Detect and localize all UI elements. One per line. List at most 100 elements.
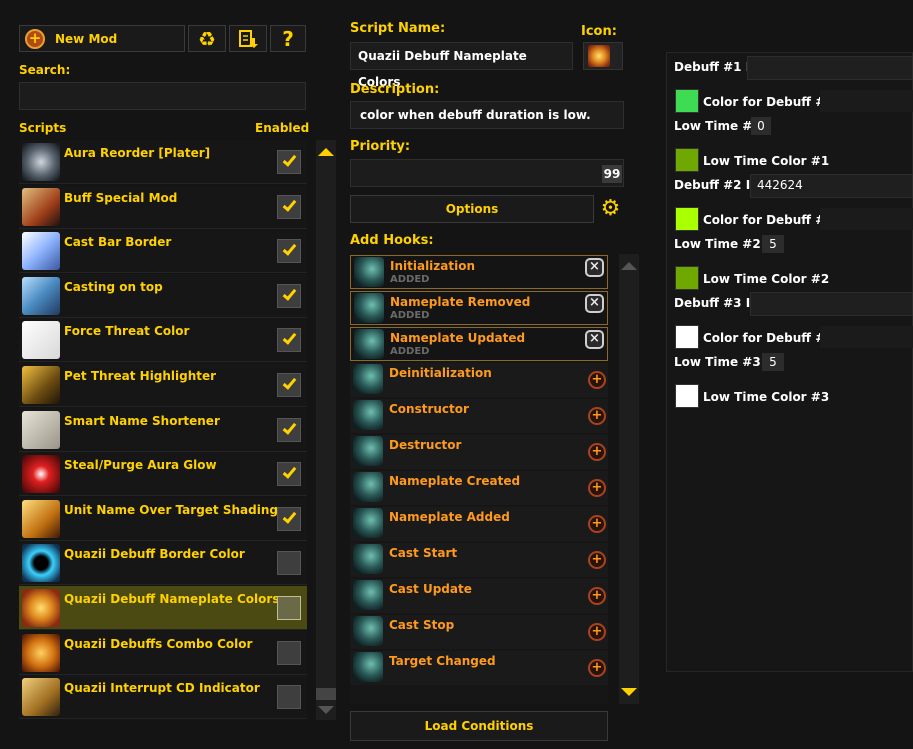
remove-hook-close-icon[interactable]: × — [585, 294, 604, 313]
script-name: Quazii Interrupt CD Indicator — [64, 681, 260, 696]
hook-row[interactable]: Cast Stop + — [350, 615, 608, 649]
recycle-button[interactable]: ♻ — [188, 25, 226, 52]
hook-row[interactable]: Nameplate Added + — [350, 507, 608, 541]
script-row[interactable]: Quazii Interrupt CD Indicator — [19, 675, 307, 720]
help-button[interactable]: ? — [270, 25, 306, 52]
load-conditions-button[interactable]: Load Conditions — [350, 711, 608, 741]
script-enabled-checkbox[interactable] — [277, 194, 301, 219]
script-enabled-checkbox[interactable] — [277, 685, 301, 710]
search-input[interactable] — [19, 82, 306, 110]
hook-row[interactable]: Target Changed + — [350, 651, 608, 685]
add-hook-plus-icon[interactable]: + — [588, 371, 606, 389]
add-hook-plus-icon[interactable]: + — [588, 479, 606, 497]
lowtime3-value[interactable]: 5 — [762, 353, 784, 371]
script-enabled-checkbox[interactable] — [277, 373, 301, 397]
debuff1-id-input[interactable] — [747, 56, 913, 80]
remove-hook-close-icon[interactable]: × — [585, 330, 604, 349]
script-enabled-checkbox[interactable] — [277, 417, 301, 442]
description-input[interactable]: color when debuff duration is low. — [350, 101, 624, 129]
priority-value: 99 — [602, 165, 622, 183]
icon-label: Icon: — [581, 24, 617, 39]
lowtime2-value[interactable]: 5 — [762, 235, 784, 253]
remove-hook-close-icon[interactable]: × — [585, 258, 604, 277]
script-row[interactable]: Steal/Purge Aura Glow — [19, 452, 307, 497]
script-row[interactable]: Quazii Debuffs Combo Color — [19, 630, 307, 675]
script-enabled-checkbox[interactable] — [277, 283, 301, 308]
add-hook-plus-icon[interactable]: + — [588, 515, 606, 533]
debuff2-id-input[interactable]: 442624 — [750, 174, 913, 198]
script-enabled-checkbox[interactable] — [277, 328, 301, 353]
scroll-down-arrow-icon[interactable] — [318, 706, 334, 714]
scrollbar-thumb[interactable] — [316, 688, 336, 700]
options-gear-button[interactable]: ⚙ — [597, 195, 624, 223]
import-button[interactable] — [229, 25, 267, 52]
color2-swatch[interactable] — [675, 207, 699, 231]
hook-row[interactable]: Deinitialization + — [350, 363, 608, 397]
options-button[interactable]: Options — [350, 195, 594, 223]
hook-row[interactable]: Constructor + — [350, 399, 608, 433]
hooks-scrollbar[interactable] — [619, 254, 639, 704]
hook-row[interactable]: Cast Update + — [350, 579, 608, 613]
color1-swatch[interactable] — [675, 89, 699, 113]
hook-row[interactable]: Cast Start + — [350, 543, 608, 577]
hook-icon — [353, 400, 383, 430]
add-hooks-label: Add Hooks: — [350, 233, 434, 248]
new-mod-button[interactable]: + New Mod — [19, 25, 185, 52]
hook-row[interactable]: Nameplate Updated ADDED × — [350, 327, 608, 361]
hook-name: Destructor — [389, 438, 462, 452]
lowtime-color3-swatch[interactable] — [675, 384, 699, 408]
script-name: Pet Threat Highlighter — [64, 369, 217, 383]
script-enabled-checkbox[interactable] — [277, 239, 301, 264]
script-row[interactable]: Smart Name Shortener — [19, 407, 307, 452]
scripts-scrollbar[interactable] — [316, 140, 336, 720]
script-enabled-checkbox[interactable] — [277, 506, 301, 531]
hook-row[interactable]: Destructor + — [350, 435, 608, 469]
checkmark-icon — [282, 152, 297, 167]
add-hook-plus-icon[interactable]: + — [588, 407, 606, 425]
hook-icon — [353, 436, 383, 466]
script-row[interactable]: Cast Bar Border — [19, 229, 307, 274]
lowtime3-label: Low Time #3 — [674, 355, 761, 369]
script-enabled-checkbox[interactable] — [277, 150, 301, 174]
script-row[interactable]: Casting on top — [19, 273, 307, 318]
hooks-scroll-down-arrow-icon[interactable] — [621, 688, 637, 696]
hooks-scroll-up-arrow-icon[interactable] — [621, 262, 637, 270]
script-row[interactable]: Buff Special Mod — [19, 184, 307, 229]
hook-icon — [354, 257, 384, 287]
lowtime-color2-swatch[interactable] — [675, 266, 699, 290]
color3-bar — [820, 326, 913, 348]
script-enabled-checkbox[interactable] — [277, 462, 301, 487]
checkmark-icon — [22, 321, 60, 360]
script-row[interactable]: Aura Reorder [Plater] — [19, 140, 307, 184]
script-name: Quazii Debuff Border Color — [64, 547, 245, 562]
script-row[interactable]: Quazii Debuff Nameplate Colors — [19, 586, 307, 630]
add-hook-plus-icon[interactable]: + — [588, 659, 606, 677]
script-row[interactable]: Quazii Debuff Border Color — [19, 541, 307, 586]
debuff3-id-input[interactable] — [750, 292, 913, 316]
lowtime-color1-swatch[interactable] — [675, 148, 699, 172]
hook-row[interactable]: Initialization ADDED × — [350, 255, 608, 289]
script-enabled-checkbox[interactable] — [277, 640, 301, 665]
color3-swatch[interactable] — [675, 325, 699, 349]
hook-row[interactable]: Nameplate Removed ADDED × — [350, 291, 608, 325]
script-enabled-checkbox[interactable] — [277, 596, 301, 620]
hook-icon — [354, 329, 384, 359]
script-row[interactable]: Unit Name Over Target Shading — [19, 496, 307, 541]
script-name-input[interactable]: Quazii Debuff Nameplate Colors — [350, 42, 573, 89]
add-hook-plus-icon[interactable]: + — [588, 443, 606, 461]
script-enabled-checkbox[interactable] — [277, 551, 301, 576]
checkmark-icon — [282, 330, 297, 346]
scroll-up-arrow-icon[interactable] — [318, 148, 334, 156]
hook-name: Target Changed — [389, 654, 496, 668]
script-icon-button[interactable] — [583, 42, 623, 70]
hook-row[interactable]: Nameplate Created + — [350, 471, 608, 505]
lowtime1-value[interactable]: 0 — [751, 117, 771, 135]
priority-slider[interactable]: 99 — [350, 159, 624, 187]
add-hook-plus-icon[interactable]: + — [588, 551, 606, 569]
script-row[interactable]: Force Threat Color — [19, 318, 307, 363]
add-hook-plus-icon[interactable]: + — [588, 623, 606, 641]
add-hook-plus-icon[interactable]: + — [588, 587, 606, 605]
script-row[interactable]: Pet Threat Highlighter — [19, 363, 307, 407]
script-name: Force Threat Color — [64, 324, 190, 339]
lowtime2-label: Low Time #2 — [674, 237, 761, 251]
